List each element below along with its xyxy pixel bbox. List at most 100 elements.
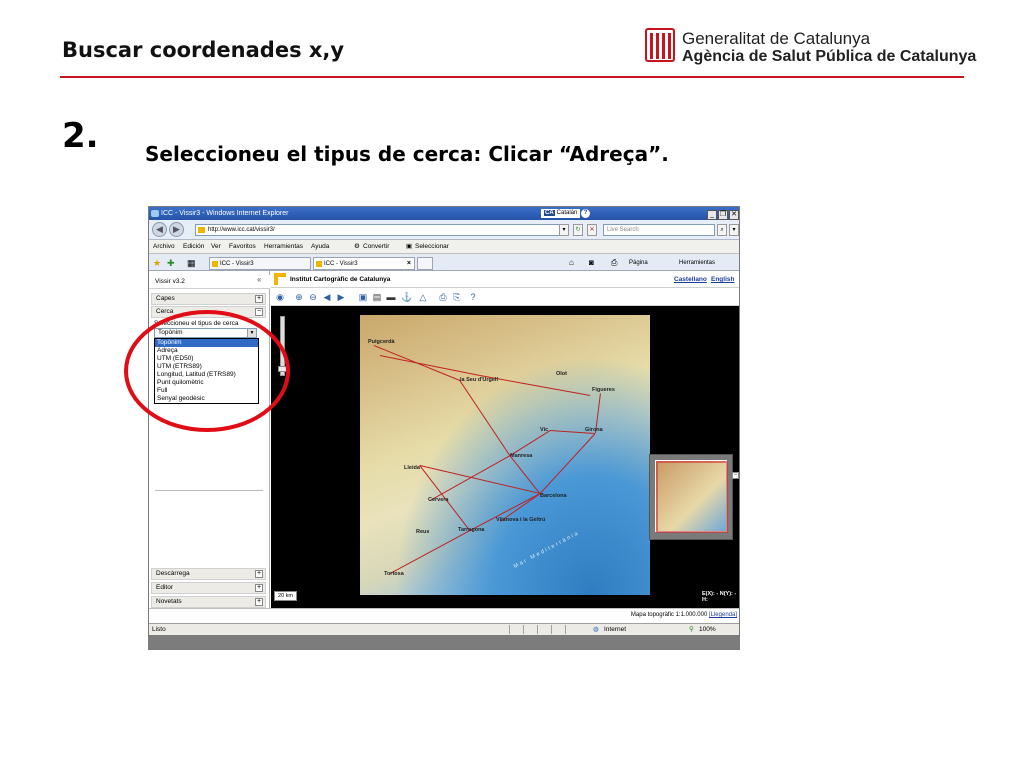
- catalonia-map[interactable]: Puigcerdà Girona Figueres Lleida Barcelo…: [360, 315, 650, 595]
- page-favicon: [198, 227, 205, 233]
- map-road: [470, 493, 541, 531]
- layer-icon[interactable]: ▬: [385, 291, 397, 303]
- new-tab-button[interactable]: [417, 257, 433, 270]
- tab-vissir3-2[interactable]: ICC - Vissir3 ×: [313, 257, 415, 270]
- live-search-input[interactable]: Live Search: [603, 224, 715, 236]
- window-titlebar: ICC - Vissir3 - Windows Internet Explore…: [149, 207, 739, 220]
- window-title: ICC - Vissir3 - Windows Internet Explore…: [161, 210, 289, 217]
- search-options-icon[interactable]: ▾: [729, 224, 739, 236]
- transparency-icon[interactable]: ▤: [371, 291, 383, 303]
- url-input[interactable]: http://www.icc.cat/vissir3/: [195, 224, 567, 236]
- refresh-icon[interactable]: ↻: [573, 224, 583, 236]
- minimize-button[interactable]: _: [707, 210, 717, 220]
- favorites-star-icon[interactable]: ★: [153, 257, 161, 269]
- status-text: Listo: [152, 626, 166, 633]
- zoom-in-icon[interactable]: ⊕: [293, 291, 305, 303]
- menu-ver[interactable]: Ver: [211, 240, 221, 254]
- url-dropdown-icon[interactable]: ▾: [559, 224, 569, 236]
- collapse-icon: −: [255, 308, 263, 316]
- save-icon[interactable]: ▣: [357, 291, 369, 303]
- help-icon[interactable]: ?: [581, 209, 590, 218]
- app-version: Vissir v3.2: [149, 275, 270, 289]
- expand-icon: +: [255, 584, 263, 592]
- print-icon[interactable]: ⎙: [611, 257, 617, 269]
- collapse-sidebar-icon[interactable]: «: [257, 275, 261, 284]
- map-info-bar: Mapa topogràfic 1:1.000.000 [Llegenda]: [149, 608, 739, 622]
- stop-icon[interactable]: ✕: [587, 224, 597, 236]
- menu-edicion[interactable]: Edición: [183, 240, 204, 254]
- step-instruction: Seleccioneu el tipus de cerca: Clicar “A…: [145, 142, 669, 166]
- previous-view-icon[interactable]: ◀: [321, 291, 333, 303]
- taskbar-area: [149, 635, 739, 649]
- language-indicator[interactable]: CA Catalán: [541, 209, 581, 218]
- overview-extent: [656, 461, 728, 533]
- search-icon[interactable]: ⌕: [717, 224, 727, 236]
- generalitat-logo: [645, 28, 675, 62]
- menu-ayuda[interactable]: Ayuda: [311, 240, 329, 254]
- restore-button[interactable]: ❐: [718, 210, 728, 220]
- tools-menu[interactable]: Herramientas: [679, 257, 715, 269]
- link-english[interactable]: English: [711, 271, 734, 288]
- back-button[interactable]: ◀: [152, 222, 167, 237]
- section-editor[interactable]: Editor +: [151, 582, 266, 594]
- convert-icon: ⚙: [354, 243, 360, 250]
- link-castellano[interactable]: Castellano: [674, 271, 707, 288]
- header-rule: [60, 76, 964, 78]
- quick-tabs-icon[interactable]: ▦: [187, 257, 196, 269]
- step-number: 2.: [62, 116, 99, 156]
- scale-bar: 20 km: [274, 591, 297, 601]
- section-capes[interactable]: Capes +: [151, 293, 266, 305]
- slide-title: Buscar coordenades x,y: [62, 38, 345, 62]
- select-icon: ▣: [406, 243, 413, 250]
- close-button[interactable]: ✕: [729, 210, 739, 220]
- menu-herramientas[interactable]: Herramientas: [264, 240, 303, 254]
- overview-collapse-icon[interactable]: −: [732, 472, 739, 479]
- sidebar-divider: [155, 490, 263, 491]
- expand-icon: +: [255, 295, 263, 303]
- home-icon[interactable]: ⌂: [569, 257, 574, 269]
- globe-icon: ◍: [593, 626, 599, 633]
- link-icon[interactable]: ⎘: [451, 291, 463, 303]
- address-bar: ◀ ▶ http://www.icc.cat/vissir3/ ▾ ↻ ✕ Li…: [149, 220, 739, 240]
- section-descarrega[interactable]: Descàrrega +: [151, 568, 266, 580]
- status-bar: Listo ◍ Internet ⚲ 100%: [149, 623, 739, 635]
- expand-icon: +: [255, 598, 263, 606]
- expand-icon: +: [255, 570, 263, 578]
- icc-header: Institut Cartogràfic de Catalunya Castel…: [271, 271, 739, 288]
- page-menu[interactable]: Página: [629, 257, 648, 269]
- measure-icon[interactable]: △: [417, 291, 429, 303]
- map-road: [390, 530, 471, 574]
- icc-logo: [274, 273, 286, 285]
- map-type-text: Mapa topogràfic 1:1.000.000: [630, 612, 708, 618]
- menu-favoritos[interactable]: Favoritos: [229, 240, 256, 254]
- help-map-icon[interactable]: ?: [467, 291, 479, 303]
- forward-button[interactable]: ▶: [169, 222, 184, 237]
- tab-close-icon[interactable]: ×: [407, 258, 411, 270]
- org-name: Generalitat de Catalunya: [682, 29, 871, 48]
- feeds-icon[interactable]: ◙: [589, 257, 594, 269]
- legend-link[interactable]: [Llegenda]: [709, 612, 737, 618]
- tab-vissir3-1[interactable]: ICC - Vissir3: [209, 257, 311, 270]
- zoom-level[interactable]: 100%: [699, 624, 716, 635]
- zoom-level-icon: ⚲: [689, 626, 694, 633]
- coordinates-readout: E(X): - N(Y): - H:: [702, 591, 737, 603]
- zoom-out-icon[interactable]: ⊖: [307, 291, 319, 303]
- select-menu[interactable]: Seleccionar: [415, 240, 449, 254]
- map-panel: Institut Cartogràfic de Catalunya Castel…: [271, 271, 739, 608]
- convert-menu[interactable]: Convertir: [363, 240, 389, 254]
- security-zone: Internet: [604, 626, 627, 633]
- map-toolbar: ◉ ⊕ ⊖ ◀ ▶ ▣ ▤ ▬ ⚓ △ ⎙ ⎘ ?: [271, 288, 739, 306]
- zoom-extent-icon[interactable]: ◉: [274, 291, 286, 303]
- add-favorite-icon[interactable]: ✚: [167, 257, 175, 269]
- section-novetats[interactable]: Novetats +: [151, 596, 266, 608]
- map-road: [459, 380, 510, 456]
- map-road: [379, 355, 480, 376]
- ie-icon: [151, 210, 159, 217]
- map-road: [510, 430, 551, 456]
- menu-archivo[interactable]: Archivo: [153, 240, 175, 254]
- next-view-icon[interactable]: ▶: [335, 291, 347, 303]
- overview-map[interactable]: [649, 454, 733, 540]
- browser-window: ICC - Vissir3 - Windows Internet Explore…: [148, 206, 740, 650]
- anchor-icon[interactable]: ⚓: [401, 291, 413, 303]
- print-map-icon[interactable]: ⎙: [437, 291, 449, 303]
